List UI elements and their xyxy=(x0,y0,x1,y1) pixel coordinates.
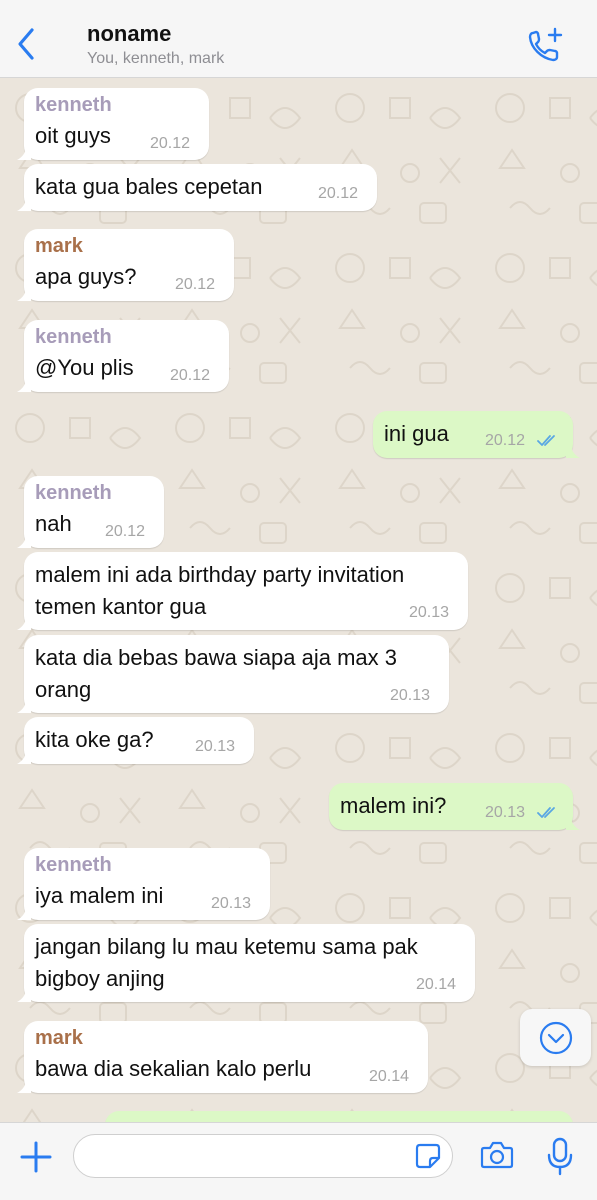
message-text: temen kantor gua xyxy=(35,594,207,619)
message-time: 20.14 xyxy=(416,976,457,993)
message-bubble[interactable]: mark apa guys? 20.12 xyxy=(17,229,234,301)
message-list[interactable]: kenneth oit guys 20.12 kata gua bales ce… xyxy=(0,78,597,1122)
message-bubble-outgoing[interactable]: malem ini? 20.13 xyxy=(329,783,580,830)
sticker-button[interactable] xyxy=(414,1142,442,1170)
bubble-tail xyxy=(566,816,580,830)
message-text: bigboy anjing xyxy=(35,966,165,991)
message-time: 20.13 xyxy=(409,604,450,621)
message-bubble-outgoing-partial[interactable] xyxy=(105,1111,573,1122)
bubble-tail xyxy=(566,444,580,458)
message-text: kata gua bales cepetan xyxy=(35,174,263,199)
bubble-tail xyxy=(17,378,31,392)
microphone-icon xyxy=(547,1137,573,1176)
read-receipt-icon xyxy=(537,807,555,818)
message-bubble-outgoing[interactable]: ini gua 20.12 xyxy=(373,411,580,458)
message-text: bawa dia sekalian kalo perlu xyxy=(35,1056,312,1081)
sender-name: kenneth xyxy=(35,94,112,116)
message-text: kata dia bebas bawa siapa aja max 3 xyxy=(35,645,398,670)
voice-message-button[interactable] xyxy=(546,1136,574,1176)
bubble-tail xyxy=(17,287,31,301)
chat-participants[interactable]: You, kenneth, mark xyxy=(87,50,224,68)
message-bubble[interactable]: kenneth nah 20.12 xyxy=(17,476,164,548)
message-composer xyxy=(0,1122,597,1200)
sender-name: mark xyxy=(35,235,83,257)
chevron-down-circle-icon xyxy=(539,1021,573,1055)
sender-name: kenneth xyxy=(35,326,112,348)
bubble-tail xyxy=(17,988,31,1002)
camera-icon xyxy=(480,1141,514,1169)
chevron-left-icon xyxy=(18,28,34,60)
plus-icon xyxy=(20,1141,52,1173)
bubble-tail xyxy=(17,616,31,630)
camera-button[interactable] xyxy=(480,1140,514,1170)
bubble-tail xyxy=(17,197,31,211)
message-time: 20.13 xyxy=(485,804,526,821)
bubble-tail xyxy=(17,534,31,548)
message-bubble[interactable]: kenneth @You plis 20.12 xyxy=(17,320,229,392)
read-receipt-icon xyxy=(537,435,555,446)
message-time: 20.12 xyxy=(105,523,146,540)
bubble-tail xyxy=(17,146,31,160)
message-text: jangan bilang lu mau ketemu sama pak xyxy=(35,934,418,959)
message-text: oit guys xyxy=(35,123,111,148)
message-time: 20.13 xyxy=(195,738,236,755)
message-text: malem ini ada birthday party invitation xyxy=(35,562,405,587)
message-time: 20.12 xyxy=(318,185,359,202)
message-text: @You plis xyxy=(35,355,134,380)
message-bubble[interactable]: kenneth oit guys 20.12 xyxy=(17,88,209,160)
message-bubble[interactable]: kata dia bebas bawa siapa aja max 3 oran… xyxy=(17,635,449,713)
message-time: 20.13 xyxy=(390,687,431,704)
message-bubble[interactable]: kita oke ga? 20.13 xyxy=(17,717,254,764)
message-input[interactable] xyxy=(73,1134,453,1178)
message-text: orang xyxy=(35,677,92,702)
message-time: 20.12 xyxy=(485,432,526,449)
bubble-tail xyxy=(17,750,31,764)
message-time: 20.14 xyxy=(369,1068,410,1085)
bubble-tail xyxy=(17,906,31,920)
scroll-to-bottom-button[interactable] xyxy=(520,1009,591,1066)
message-time: 20.13 xyxy=(211,895,252,912)
message-text: ini gua xyxy=(384,421,449,446)
sticker-icon xyxy=(415,1143,441,1169)
sender-name: mark xyxy=(35,1027,83,1049)
chat-title[interactable]: noname xyxy=(87,21,171,47)
message-text: malem ini? xyxy=(340,793,447,818)
bubble-tail xyxy=(17,699,31,713)
chat-header: noname You, kenneth, mark xyxy=(0,0,597,78)
message-bubble[interactable]: kenneth iya malem ini 20.13 xyxy=(17,848,270,920)
message-text: nah xyxy=(35,511,72,536)
message-bubble[interactable]: jangan bilang lu mau ketemu sama pak big… xyxy=(17,924,475,1002)
sender-name: kenneth xyxy=(35,854,112,876)
message-time: 20.12 xyxy=(150,135,191,152)
back-button[interactable] xyxy=(12,24,44,64)
message-bubble[interactable]: mark bawa dia sekalian kalo perlu 20.14 xyxy=(17,1021,428,1093)
message-time: 20.12 xyxy=(175,276,216,293)
message-text: apa guys? xyxy=(35,264,137,289)
message-text: iya malem ini xyxy=(35,883,164,908)
message-text: kita oke ga? xyxy=(35,727,154,752)
phone-plus-icon xyxy=(528,27,563,62)
bubble-tail xyxy=(17,1079,31,1093)
add-call-button[interactable] xyxy=(525,26,565,66)
message-bubble[interactable]: malem ini ada birthday party invitation … xyxy=(17,552,468,630)
attach-button[interactable] xyxy=(18,1139,54,1175)
message-bubble[interactable]: kata gua bales cepetan 20.12 xyxy=(17,164,377,211)
sender-name: kenneth xyxy=(35,482,112,504)
message-time: 20.12 xyxy=(170,367,211,384)
